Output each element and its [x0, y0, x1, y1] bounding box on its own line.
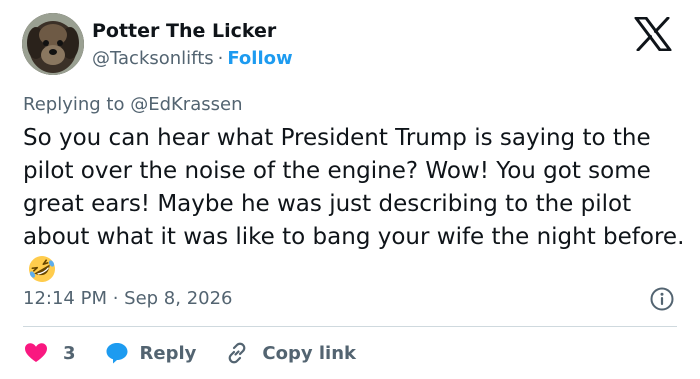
separator-dot: · — [217, 48, 224, 69]
replying-to: Replying to @EdKrassen — [23, 94, 243, 115]
x-logo-icon[interactable] — [634, 17, 672, 51]
tweet-body: So you can hear what President Trump is … — [23, 125, 685, 250]
timestamp[interactable]: 12:14 PM · Sep 8, 2026 — [23, 288, 233, 309]
reply-bubble-icon — [106, 343, 128, 364]
handle-line: @Tacksonlifts · Follow — [92, 48, 293, 69]
copy-link-button[interactable]: Copy link — [224, 340, 356, 366]
link-icon — [229, 342, 246, 364]
rolling-laughing-emoji-icon — [29, 256, 55, 282]
tweet-text: So you can hear what President Trump is … — [23, 122, 688, 289]
dog-avatar-image — [22, 13, 84, 75]
divider — [23, 326, 677, 327]
display-name[interactable]: Potter The Licker — [92, 20, 276, 42]
like-count: 3 — [63, 342, 76, 364]
info-icon[interactable] — [649, 286, 675, 312]
avatar[interactable] — [22, 13, 84, 75]
copy-link-label: Copy link — [262, 342, 356, 364]
reply-button[interactable]: Reply — [104, 340, 197, 366]
action-bar: 3 Reply Copy link — [23, 340, 356, 366]
handle[interactable]: @Tacksonlifts — [92, 48, 214, 69]
like-button[interactable]: 3 — [23, 340, 76, 366]
follow-button[interactable]: Follow — [227, 48, 292, 69]
reply-label: Reply — [139, 342, 197, 364]
heart-icon — [25, 343, 47, 362]
